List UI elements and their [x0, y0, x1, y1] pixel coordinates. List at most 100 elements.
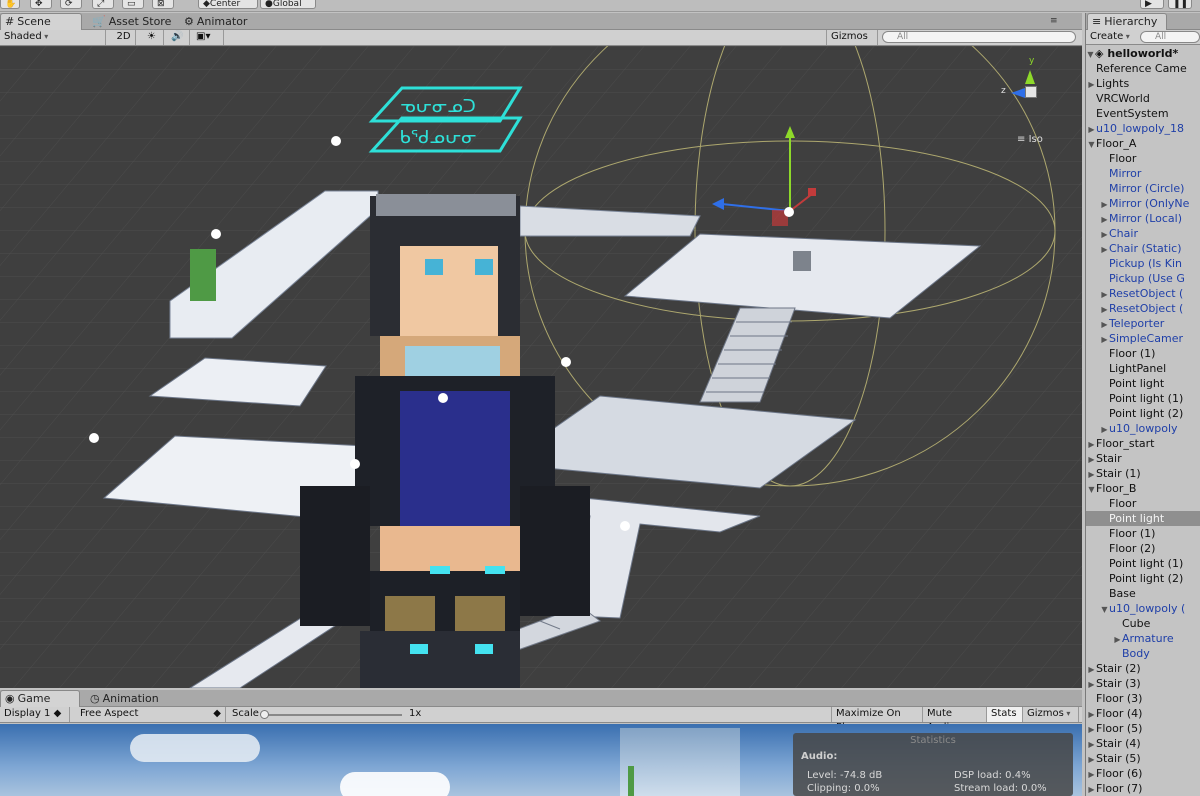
hierarchy-item[interactable]: ▶Floor_start — [1086, 436, 1200, 451]
create-dropdown[interactable]: Create — [1090, 30, 1130, 44]
hierarchy-item[interactable]: ▼Floor_A — [1086, 136, 1200, 151]
rect-tool-button[interactable]: ▭ — [122, 0, 144, 9]
hierarchy-item[interactable]: Point light (1) — [1086, 556, 1200, 571]
projection-mode-label[interactable]: ≡ Iso — [1017, 134, 1043, 145]
hierarchy-item[interactable]: ▶u10_lowpoly_18 — [1086, 121, 1200, 136]
expand-right-icon[interactable]: ▶ — [1100, 302, 1109, 316]
hierarchy-item[interactable]: ▶Floor (4) — [1086, 706, 1200, 721]
hierarchy-item[interactable]: ▶Mirror (Local) — [1086, 211, 1200, 226]
expand-right-icon[interactable]: ▶ — [1087, 677, 1096, 691]
gizmos-dropdown[interactable]: Gizmos — [826, 30, 878, 45]
maximize-on-play-toggle[interactable]: Maximize On Play — [831, 707, 923, 733]
expand-right-icon[interactable]: ▶ — [1087, 767, 1096, 781]
2d-toggle[interactable]: 2D — [112, 30, 136, 45]
hierarchy-item[interactable]: ▶ResetObject ( — [1086, 301, 1200, 316]
hierarchy-item[interactable]: Point light (2) — [1086, 571, 1200, 586]
scale-slider-handle[interactable] — [260, 710, 269, 719]
hierarchy-item[interactable]: EventSystem — [1086, 106, 1200, 121]
expand-right-icon[interactable]: ▶ — [1087, 467, 1096, 481]
hierarchy-item[interactable]: ▼Floor_B — [1086, 481, 1200, 496]
hierarchy-item[interactable]: ▶u10_lowpoly — [1086, 421, 1200, 436]
hierarchy-item[interactable]: ▶Chair (Static) — [1086, 241, 1200, 256]
hierarchy-item[interactable]: Floor (1) — [1086, 526, 1200, 541]
tab-animator[interactable]: ⚙ Animator — [180, 13, 260, 30]
hierarchy-item[interactable]: ▶Floor (5) — [1086, 721, 1200, 736]
expand-right-icon[interactable]: ▶ — [1100, 242, 1109, 256]
game-gizmos-dropdown[interactable]: Gizmos — [1023, 707, 1079, 722]
tab-hierarchy[interactable]: ≡ Hierarchy — [1087, 13, 1167, 30]
hierarchy-item[interactable]: ▶Stair (2) — [1086, 661, 1200, 676]
rotate-tool-button[interactable]: ⟳ — [60, 0, 82, 9]
effects-dropdown-icon[interactable]: ▣▾ — [192, 30, 224, 45]
hierarchy-item[interactable]: ▶Lights — [1086, 76, 1200, 91]
hierarchy-item[interactable]: Point light (2) — [1086, 406, 1200, 421]
hierarchy-item[interactable]: LightPanel — [1086, 361, 1200, 376]
expand-right-icon[interactable]: ▶ — [1087, 752, 1096, 766]
hierarchy-item[interactable]: Point light — [1086, 376, 1200, 391]
audio-toggle-icon[interactable]: 🔊 — [166, 30, 190, 45]
hierarchy-item[interactable]: ▶Mirror (OnlyNe — [1086, 196, 1200, 211]
hierarchy-item[interactable]: Point light (1) — [1086, 391, 1200, 406]
hierarchy-item[interactable]: Mirror — [1086, 166, 1200, 181]
hierarchy-search-input[interactable]: All — [1140, 31, 1200, 43]
scale-slider[interactable] — [262, 714, 402, 716]
expand-right-icon[interactable]: ▶ — [1087, 122, 1096, 136]
hierarchy-item[interactable]: ▶Stair (4) — [1086, 736, 1200, 751]
hierarchy-item[interactable]: VRCWorld — [1086, 91, 1200, 106]
hierarchy-item[interactable]: Floor — [1086, 496, 1200, 511]
lighting-toggle-icon[interactable]: ☀ — [140, 30, 164, 45]
view-orientation-gizmo[interactable]: y z ≡ Iso — [995, 56, 1075, 146]
expand-right-icon[interactable]: ▶ — [1087, 452, 1096, 466]
tab-asset-store[interactable]: 🛒 Asset Store — [88, 13, 180, 30]
hierarchy-item[interactable]: ▼u10_lowpoly ( — [1086, 601, 1200, 616]
hierarchy-item[interactable]: Pickup (Is Kin — [1086, 256, 1200, 271]
expand-right-icon[interactable]: ▶ — [1087, 662, 1096, 676]
display-dropdown[interactable]: Display 1 ◆ — [0, 707, 70, 722]
hierarchy-item[interactable]: ▶Stair — [1086, 451, 1200, 466]
panel-menu-icon[interactable]: ≡ — [1050, 16, 1058, 26]
tab-animation[interactable]: ◷ Animation — [86, 690, 176, 707]
move-tool-button[interactable]: ✥ — [30, 0, 52, 9]
hierarchy-item[interactable]: Body — [1086, 646, 1200, 661]
hierarchy-item[interactable]: Point light — [1086, 511, 1200, 526]
hierarchy-item[interactable]: Mirror (Circle) — [1086, 181, 1200, 196]
expand-right-icon[interactable]: ▶ — [1087, 737, 1096, 751]
scene-search-input[interactable]: All — [882, 31, 1076, 43]
hierarchy-item[interactable]: ▶Stair (1) — [1086, 466, 1200, 481]
play-button[interactable]: ▶ — [1140, 0, 1164, 9]
expand-right-icon[interactable]: ▶ — [1100, 197, 1109, 211]
shading-mode-dropdown[interactable]: Shaded — [0, 30, 106, 45]
hierarchy-item[interactable]: ▶Floor (6) — [1086, 766, 1200, 781]
tab-game[interactable]: ◉ Game — [0, 690, 80, 707]
pivot-center-button[interactable]: ◆Center — [198, 0, 258, 9]
hierarchy-item[interactable]: ▶Armature — [1086, 631, 1200, 646]
tab-scene[interactable]: # Scene — [0, 13, 82, 30]
aspect-dropdown[interactable]: Free Aspect ◆ — [76, 707, 226, 722]
scale-tool-button[interactable]: ⤢ — [92, 0, 114, 9]
expand-down-icon[interactable]: ▼ — [1087, 482, 1096, 496]
hierarchy-item[interactable]: Cube — [1086, 616, 1200, 631]
expand-right-icon[interactable]: ▶ — [1087, 722, 1096, 736]
expand-down-icon[interactable]: ▼ — [1100, 602, 1109, 616]
expand-right-icon[interactable]: ▶ — [1100, 332, 1109, 346]
stats-toggle[interactable]: Stats — [987, 707, 1023, 722]
hierarchy-item[interactable]: Base — [1086, 586, 1200, 601]
expand-right-icon[interactable]: ▶ — [1113, 632, 1122, 646]
expand-down-icon[interactable]: ▼ — [1087, 137, 1096, 151]
hierarchy-item[interactable]: ▶Stair (5) — [1086, 751, 1200, 766]
hierarchy-item[interactable]: Floor (1) — [1086, 346, 1200, 361]
pause-button[interactable]: ❚❚ — [1168, 0, 1192, 9]
pivot-global-button[interactable]: ●Global — [260, 0, 316, 9]
hierarchy-item[interactable]: Floor (3) — [1086, 691, 1200, 706]
hierarchy-item[interactable]: ▶Stair (3) — [1086, 676, 1200, 691]
expand-right-icon[interactable]: ▶ — [1087, 77, 1096, 91]
mute-audio-toggle[interactable]: Mute Audio — [923, 707, 987, 733]
expand-right-icon[interactable]: ▶ — [1087, 707, 1096, 721]
scene-viewport[interactable]: ᓀᕂᓂᓄᑐ ᑲᖁᓄᕂᓂ y z ≡ Iso — [0, 46, 1082, 688]
hierarchy-item[interactable]: ▶Chair — [1086, 226, 1200, 241]
hierarchy-item[interactable]: Reference Came — [1086, 61, 1200, 76]
expand-right-icon[interactable]: ▶ — [1100, 227, 1109, 241]
hierarchy-item[interactable]: Pickup (Use G — [1086, 271, 1200, 286]
expand-right-icon[interactable]: ▶ — [1087, 782, 1096, 796]
hierarchy-item[interactable]: ▶Floor (7) — [1086, 781, 1200, 796]
